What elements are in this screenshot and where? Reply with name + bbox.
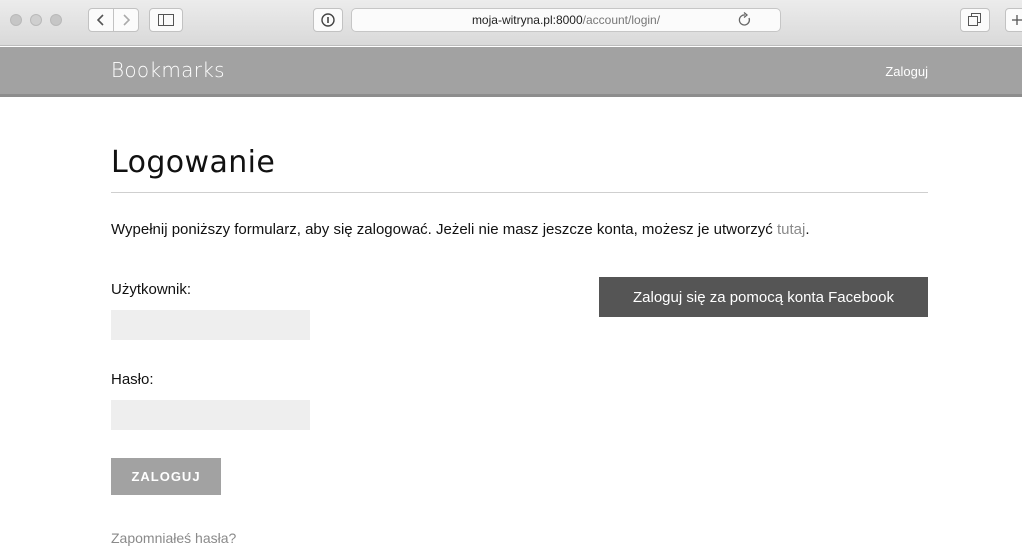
page-title: Logowanie bbox=[111, 145, 276, 180]
chevron-left-icon bbox=[97, 14, 104, 26]
password-label: Hasło: bbox=[111, 371, 154, 388]
address-bar[interactable]: moja-witryna.pl:8000/account/login/ bbox=[351, 8, 781, 32]
minimize-window-icon[interactable] bbox=[30, 14, 42, 26]
password-input[interactable] bbox=[111, 400, 310, 430]
zoom-window-icon[interactable] bbox=[50, 14, 62, 26]
register-link[interactable]: tutaj bbox=[777, 221, 805, 238]
site-header: Bookmarks Zaloguj bbox=[0, 47, 1022, 97]
forgot-password-link[interactable]: Zapomniałeś hasła? bbox=[111, 530, 236, 546]
tabs-icon bbox=[968, 13, 981, 26]
close-window-icon[interactable] bbox=[10, 14, 22, 26]
info-icon bbox=[321, 13, 335, 27]
title-divider bbox=[111, 192, 928, 193]
facebook-login-button[interactable]: Zaloguj się za pomocą konta Facebook bbox=[599, 277, 928, 317]
intro-text: Wypełnij poniższy formularz, aby się zal… bbox=[111, 221, 810, 238]
intro-sentence: Wypełnij poniższy formularz, aby się zal… bbox=[111, 221, 777, 238]
reload-icon[interactable] bbox=[738, 12, 752, 28]
forward-button[interactable] bbox=[113, 8, 139, 32]
sidebar-icon bbox=[158, 14, 174, 26]
back-button[interactable] bbox=[88, 8, 114, 32]
login-submit-button[interactable]: ZALOGUJ bbox=[111, 458, 221, 495]
url-host: moja-witryna.pl:8000 bbox=[471, 13, 583, 27]
site-logo[interactable]: Bookmarks bbox=[111, 58, 225, 82]
header-login-link[interactable]: Zaloguj bbox=[885, 64, 928, 79]
url-path: /account/login/ bbox=[582, 13, 661, 27]
intro-period: . bbox=[805, 221, 810, 238]
new-tab-button[interactable] bbox=[1005, 8, 1022, 32]
show-tabs-button[interactable] bbox=[960, 8, 990, 32]
chevron-right-icon bbox=[123, 14, 130, 26]
browser-toolbar: moja-witryna.pl:8000/account/login/ bbox=[0, 0, 1022, 46]
plus-icon bbox=[1012, 15, 1022, 25]
site-info-button[interactable] bbox=[313, 8, 343, 32]
username-label: Użytkownik: bbox=[111, 281, 192, 298]
username-input[interactable] bbox=[111, 310, 310, 340]
sidebar-toggle-button[interactable] bbox=[149, 8, 183, 32]
